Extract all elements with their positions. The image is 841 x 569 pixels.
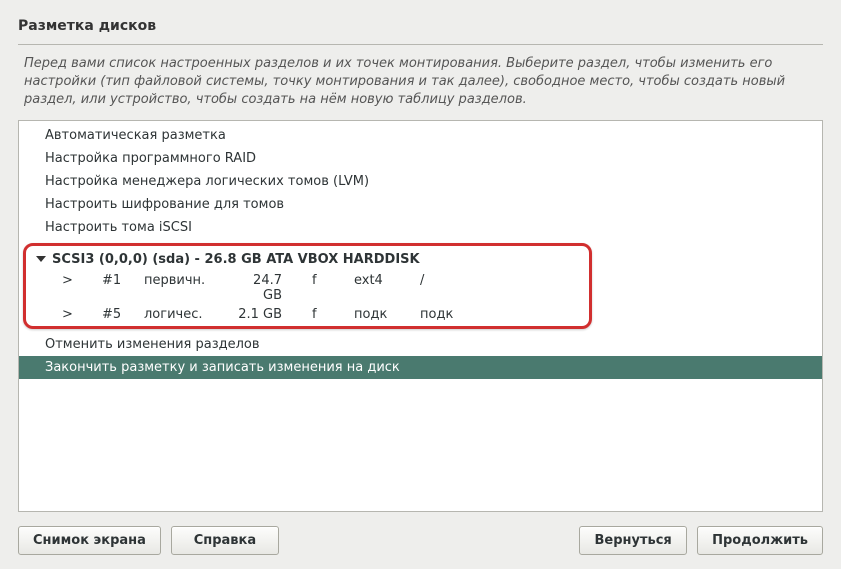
menu-raid[interactable]: Настройка программного RAID [19,147,822,170]
highlight-box: SCSI3 (0,0,0) (sda) - 26.8 GB ATA VBOX H… [23,243,592,329]
chevron-down-icon [36,256,46,262]
menu-auto-partition[interactable]: Автоматическая разметка [19,124,822,147]
button-bar: Снимок экрана Справка Вернуться Продолжи… [18,512,823,555]
partition-mount: / [420,273,480,303]
partition-mount: подк [420,307,480,322]
continue-button[interactable]: Продолжить [697,526,823,555]
divider [18,44,823,45]
partition-num: #1 [102,273,144,303]
partition-fs: ext4 [354,273,420,303]
intro-text: Перед вами список настроенных разделов и… [18,51,823,120]
partition-flag: f [312,273,354,303]
screenshot-button[interactable]: Снимок экрана [18,526,161,555]
partition-type: логичес. [144,307,234,322]
back-button[interactable]: Вернуться [579,526,687,555]
partition-size: 24.7 GB [234,273,312,303]
disk-label: SCSI3 (0,0,0) (sda) - 26.8 GB ATA VBOX H… [52,252,420,267]
menu-lvm[interactable]: Настройка менеджера логических томов (LV… [19,170,822,193]
partition-flag: f [312,307,354,322]
page-title: Разметка дисков [18,18,823,34]
partition-size: 2.1 GB [234,307,312,322]
partition-arrow: > [62,273,102,303]
partition-type: первичн. [144,273,234,303]
action-undo[interactable]: Отменить изменения разделов [19,333,822,356]
help-button[interactable]: Справка [171,526,279,555]
menu-encryption[interactable]: Настроить шифрование для томов [19,193,822,216]
partition-num: #5 [102,307,144,322]
disk-header[interactable]: SCSI3 (0,0,0) (sda) - 26.8 GB ATA VBOX H… [26,248,589,271]
partition-fs: подк [354,307,420,322]
partition-row[interactable]: > #5 логичес. 2.1 GB f подк подк [26,305,589,324]
partition-row[interactable]: > #1 первичн. 24.7 GB f ext4 / [26,271,589,305]
menu-iscsi[interactable]: Настроить тома iSCSI [19,216,822,239]
action-finish[interactable]: Закончить разметку и записать изменения … [19,356,822,379]
partition-list: Автоматическая разметка Настройка програ… [18,120,823,512]
partition-arrow: > [62,307,102,322]
